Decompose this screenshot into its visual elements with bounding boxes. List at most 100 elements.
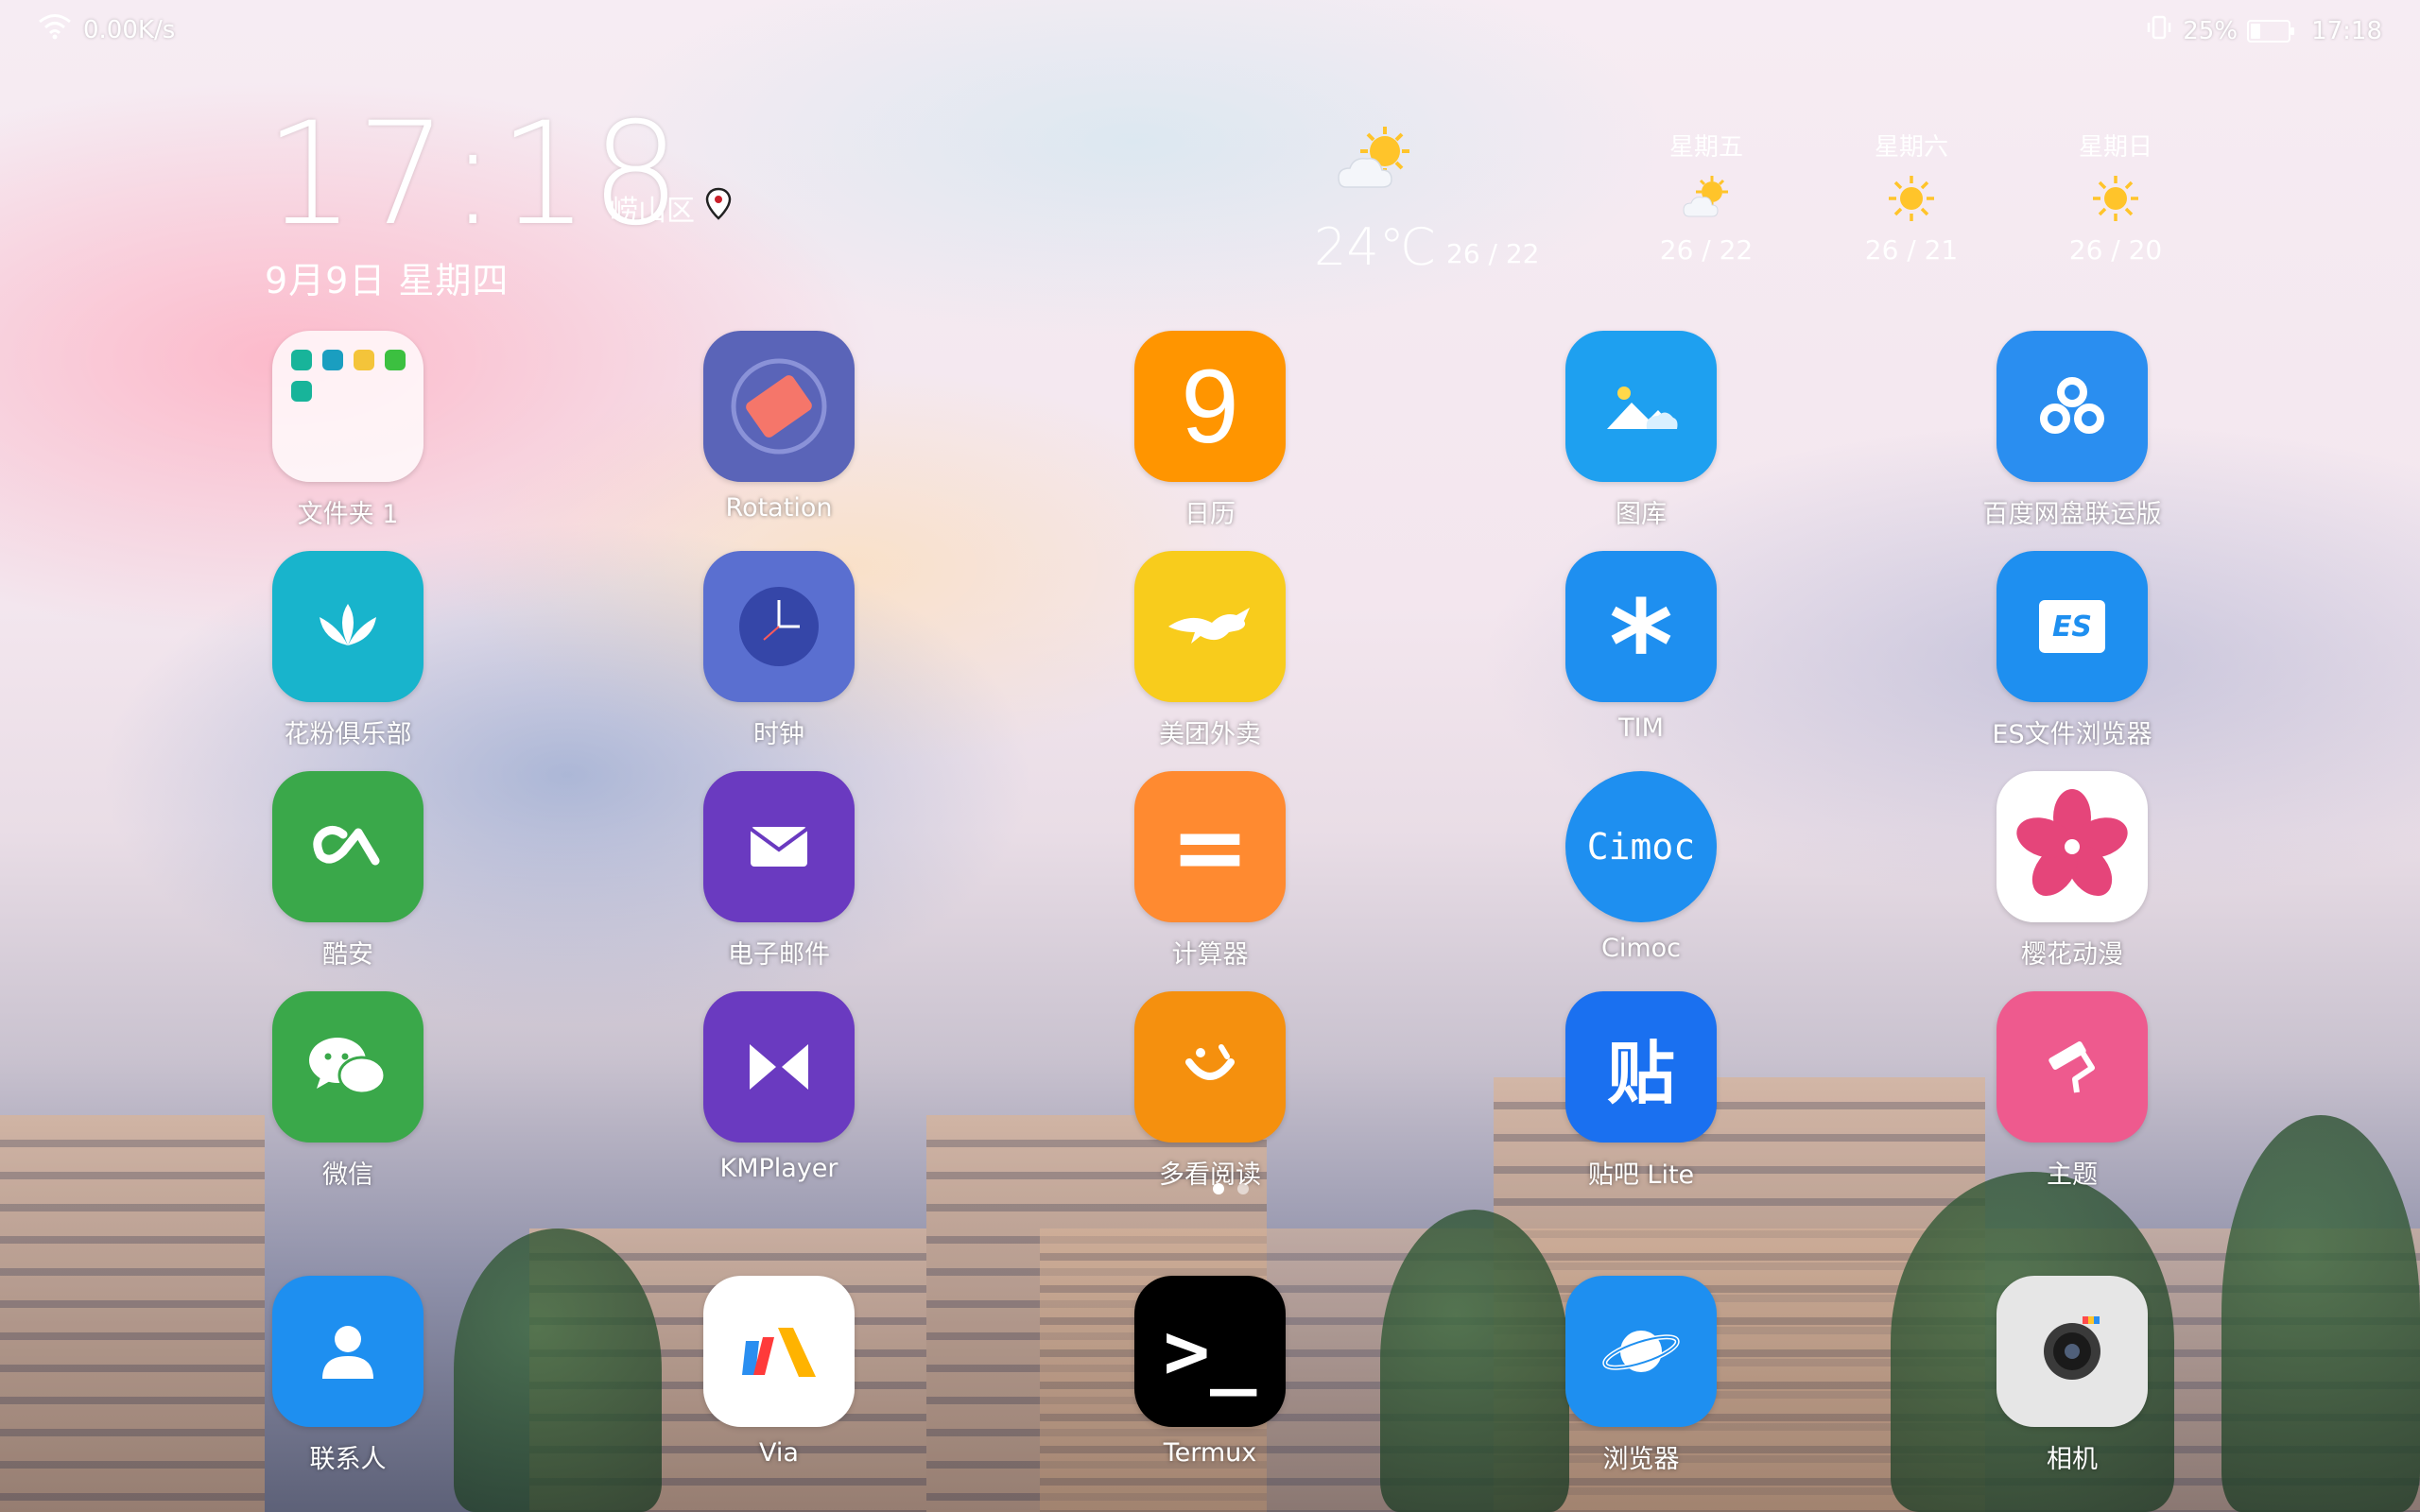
battery-percent: 25% [2183, 16, 2238, 45]
forecast-day-label: 星期五 [1668, 133, 1743, 162]
forecast-day-label: 星期六 [1874, 133, 1948, 162]
app-label: 主题 [2047, 1160, 2098, 1190]
app-rotation[interactable]: Rotation [666, 331, 892, 523]
app-kmplayer[interactable]: KMPlayer [666, 991, 892, 1183]
baidu-netdisk-icon [1996, 331, 2148, 482]
app-label: 美团外卖 [1159, 720, 1261, 749]
mail-icon [703, 771, 855, 922]
app-label: 文件夹 1 [297, 500, 399, 529]
clock-icon [703, 551, 855, 702]
asterisk-icon: * [1565, 551, 1717, 707]
clock-date: 9月9日 星期四 [265, 260, 510, 301]
equals-icon: = [1134, 771, 1286, 922]
app-label: KMPlayer [719, 1154, 838, 1183]
cimoc-icon: Cimoc [1565, 771, 1717, 922]
app-calendar[interactable]: 9 日历 [1097, 331, 1323, 530]
app-huafen-club[interactable]: 花粉俱乐部 [234, 551, 461, 750]
app-meituan[interactable]: 美团外卖 [1097, 551, 1323, 750]
partly-cloudy-icon [1333, 123, 1418, 202]
location-label: 崂山区 [610, 187, 733, 229]
wifi-icon [38, 13, 72, 46]
vibrate-icon [2145, 13, 2173, 48]
app-contacts[interactable]: 联系人 [234, 1276, 461, 1475]
contact-icon [272, 1276, 424, 1427]
app-label: 图库 [1616, 500, 1667, 529]
app-calculator[interactable]: = 计算器 [1097, 771, 1323, 971]
page-dot-2[interactable] [1237, 1183, 1249, 1194]
weather-widget[interactable]: 24℃ 26 / 22 [1314, 123, 1560, 277]
app-baidu-netdisk[interactable]: 百度网盘联运版 [1959, 331, 2186, 530]
camera-icon [1996, 1276, 2148, 1427]
tieba-icon: 贴 [1565, 991, 1717, 1143]
app-browser[interactable]: 浏览器 [1528, 1276, 1754, 1475]
app-label: 电子邮件 [728, 940, 830, 970]
forecast-range: 26 / 21 [1864, 234, 1959, 266]
app-label: 微信 [322, 1160, 373, 1190]
app-folder-1[interactable]: 文件夹 1 [234, 331, 461, 530]
smile-icon [1134, 991, 1286, 1143]
sakura-icon [1996, 771, 2148, 922]
forecast-day-2: 星期六 26 / 21 [1845, 128, 1978, 266]
coolapk-icon [272, 771, 424, 922]
app-label: 计算器 [1171, 940, 1249, 970]
via-icon [703, 1276, 855, 1427]
page-indicator[interactable] [1213, 1183, 1249, 1194]
app-label: 花粉俱乐部 [284, 720, 412, 749]
page-dot-1[interactable] [1213, 1183, 1224, 1194]
kmplayer-icon [703, 991, 855, 1143]
app-coolapk[interactable]: 酷安 [234, 771, 461, 971]
folder-icon [272, 331, 424, 482]
planet-icon [1565, 1276, 1717, 1427]
es-file-icon: ES [1996, 551, 2148, 702]
app-label: Via [759, 1438, 799, 1468]
app-duokan-reader[interactable]: 多看阅读 [1097, 991, 1323, 1191]
app-email[interactable]: 电子邮件 [666, 771, 892, 971]
clock-widget[interactable]: 17:18 崂山区 9月9日 星期四 [265, 104, 732, 303]
battery-icon [2247, 19, 2295, 43]
app-es-file-explorer[interactable]: ES ES文件浏览器 [1959, 551, 2186, 750]
sun-icon [2049, 170, 2182, 227]
network-speed: 0.00K/s [83, 15, 176, 44]
app-label: 日历 [1184, 500, 1236, 529]
app-clock[interactable]: 时钟 [666, 551, 892, 750]
app-label: 酷安 [322, 940, 373, 970]
app-label: 相机 [2047, 1445, 2098, 1474]
forecast-range: 26 / 20 [2068, 234, 2163, 266]
app-sakura-anime[interactable]: 樱花动漫 [1959, 771, 2186, 971]
lotus-icon [272, 551, 424, 702]
location-pin-icon [704, 187, 733, 229]
app-cimoc[interactable]: Cimoc Cimoc [1528, 771, 1754, 963]
app-label: Rotation [725, 493, 833, 523]
app-label: TIM [1618, 713, 1664, 743]
app-label: 联系人 [309, 1445, 387, 1474]
status-bar: 0.00K/s 25% 17:18 [0, 0, 2420, 57]
kangaroo-icon [1134, 551, 1286, 702]
app-label: 时钟 [753, 720, 804, 749]
app-label: 百度网盘联运版 [1982, 500, 2162, 529]
current-temperature: 24℃ [1314, 217, 1437, 277]
app-themes[interactable]: 主题 [1959, 991, 2186, 1191]
app-label: ES文件浏览器 [1992, 720, 2152, 749]
app-tieba-lite[interactable]: 贴 贴吧 Lite [1528, 991, 1754, 1191]
app-via[interactable]: Via [666, 1276, 892, 1468]
app-wechat[interactable]: 微信 [234, 991, 461, 1191]
today-temp-range: 26 / 22 [1446, 238, 1540, 269]
app-tim[interactable]: * TIM [1528, 551, 1754, 743]
forecast-day-1: 星期五 26 / 22 [1640, 128, 1772, 266]
app-label: 贴吧 Lite [1587, 1160, 1695, 1190]
app-termux[interactable]: >_ Termux [1097, 1276, 1323, 1468]
app-camera[interactable]: 相机 [1959, 1276, 2186, 1475]
forecast-day-label: 星期日 [2078, 133, 2152, 162]
app-gallery[interactable]: 图库 [1528, 331, 1754, 530]
partly-cloudy-icon [1640, 170, 1772, 227]
sun-icon [1845, 170, 1978, 227]
gallery-icon [1565, 331, 1717, 482]
app-label: Termux [1163, 1438, 1257, 1468]
rotation-icon [703, 331, 855, 482]
wechat-icon [272, 991, 424, 1143]
calendar-icon: 9 [1134, 331, 1286, 482]
app-label: Cimoc [1600, 934, 1682, 963]
forecast-range: 26 / 22 [1659, 234, 1754, 266]
terminal-icon: >_ [1134, 1276, 1286, 1427]
paint-roller-icon [1996, 991, 2148, 1143]
